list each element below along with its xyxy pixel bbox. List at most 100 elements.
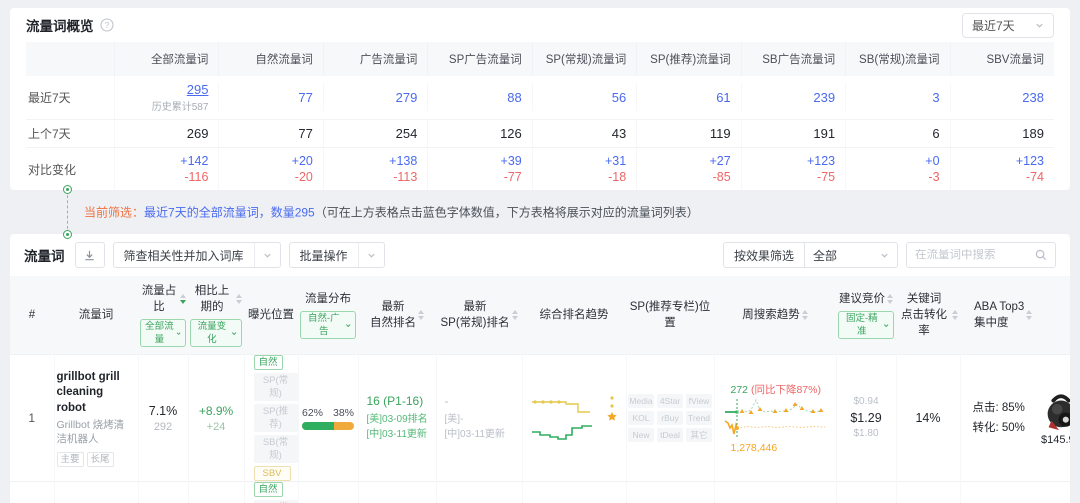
sort-week-search[interactable] bbox=[802, 310, 808, 320]
overview-value: 191 bbox=[741, 120, 845, 147]
aba-product-1[interactable]: $145.99 bbox=[1037, 391, 1070, 446]
change-up[interactable]: +138 bbox=[324, 154, 417, 168]
keyword-section-title: 流量词 bbox=[24, 245, 65, 265]
sort-aba[interactable] bbox=[1026, 310, 1032, 320]
overview-row-change: 对比变化 +142-116 +20-20 +138-113 +39-77 +31… bbox=[26, 148, 1054, 190]
chevron-down-icon bbox=[883, 322, 889, 329]
keyword-table: # 流量词 流量占比 全部流量 相比上期的 流量变化 曝光位置 流量分布 自然-… bbox=[10, 276, 1070, 503]
screen-relevance-button[interactable]: 筛查相关性并加入词库 bbox=[113, 242, 281, 268]
distribution-filter-tag[interactable]: 自然-广告 bbox=[300, 311, 356, 339]
col-change: 相比上期的 流量变化 bbox=[188, 276, 244, 355]
sort-bid[interactable] bbox=[887, 294, 893, 304]
change-up[interactable]: +0 bbox=[846, 154, 939, 168]
col-distribution-label: 流量分布 bbox=[305, 293, 351, 305]
batch-actions-label: 批量操作 bbox=[290, 247, 358, 264]
period-selector[interactable]: 最近7天 bbox=[962, 13, 1054, 38]
overview-table-header: 全部流量词 自然流量词 广告流量词 SP广告流量词 SP(常规)流量词 SP(推… bbox=[26, 42, 1054, 76]
sp-rec-tag: rBuy bbox=[657, 411, 683, 425]
current-filter-note: 当前筛选：最近7天的全部流量词，数量295（可在上方表格点击蓝色字体数值，下方表… bbox=[84, 204, 699, 221]
connector-line bbox=[67, 190, 68, 234]
change-down: -75 bbox=[742, 170, 835, 184]
overview-row-label: 对比变化 bbox=[26, 161, 114, 178]
col-sp-rec-position: SP(推荐专栏)位置 bbox=[626, 276, 714, 355]
chevron-down-icon bbox=[345, 322, 351, 329]
sp-rank-cn-note: [中]03-11更新 bbox=[445, 427, 522, 443]
overview-col: SP广告流量词 bbox=[427, 42, 531, 76]
organic-rank: 16 (P1-16) bbox=[367, 394, 436, 408]
overview-value-link[interactable]: 61 bbox=[716, 90, 730, 105]
svg-text:?: ? bbox=[104, 20, 109, 30]
col-organic-rank: 最新自然排名 bbox=[358, 276, 436, 355]
sort-share[interactable] bbox=[180, 294, 186, 304]
aba-conversion-share: 转化: 50% bbox=[973, 418, 1025, 439]
share-filter-tag[interactable]: 全部流量 bbox=[140, 319, 186, 347]
overview-value-link[interactable]: 279 bbox=[396, 90, 418, 105]
keyword-text[interactable]: grillbot grill cleaning robot bbox=[57, 370, 134, 417]
change-down: -116 bbox=[115, 170, 208, 184]
col-sp-line1: 最新 bbox=[441, 299, 510, 315]
overview-col: 全部流量词 bbox=[114, 42, 218, 76]
product-price: $145.99 bbox=[1037, 434, 1070, 446]
col-sp-rank: 最新SP(常规)排名 bbox=[436, 276, 522, 355]
change-up[interactable]: +39 bbox=[428, 154, 521, 168]
overview-col: SB广告流量词 bbox=[741, 42, 845, 76]
change-filter-tag[interactable]: 流量变化 bbox=[190, 319, 242, 347]
overview-col: SB(常规)流量词 bbox=[845, 42, 949, 76]
effect-filter-select[interactable]: 全部 bbox=[805, 243, 897, 267]
product-image bbox=[1039, 391, 1070, 433]
change-up[interactable]: +123 bbox=[951, 154, 1044, 168]
col-bid-label: 建议竞价 bbox=[839, 291, 885, 307]
bid-filter-label: 固定-精准 bbox=[843, 312, 881, 338]
col-sp-line2: SP(常规)排名 bbox=[441, 315, 510, 331]
chevron-down-icon bbox=[231, 330, 237, 337]
bid-filter-tag[interactable]: 固定-精准 bbox=[838, 311, 894, 339]
search-icon[interactable] bbox=[1035, 249, 1047, 261]
overview-value: 43 bbox=[532, 120, 636, 147]
col-cvr-line2: 点击转化率 bbox=[898, 307, 950, 339]
sort-cvr[interactable] bbox=[952, 310, 958, 320]
change-up[interactable]: +31 bbox=[533, 154, 626, 168]
sort-organic-rank[interactable] bbox=[418, 310, 424, 320]
overview-value-link[interactable]: 88 bbox=[507, 90, 521, 105]
overview-value-link[interactable]: 3 bbox=[932, 90, 939, 105]
col-distribution: 流量分布 自然-广告 bbox=[298, 276, 358, 355]
distribution-ad-pct: 38% bbox=[333, 407, 354, 419]
overview-value: 189 bbox=[950, 120, 1054, 147]
overview-value-link[interactable]: 238 bbox=[1022, 90, 1044, 105]
help-icon[interactable]: ? bbox=[100, 18, 114, 32]
bid-low: $0.94 bbox=[837, 395, 896, 409]
overview-value-link[interactable]: 56 bbox=[612, 90, 626, 105]
export-button[interactable] bbox=[75, 242, 105, 268]
change-up[interactable]: +123 bbox=[742, 154, 835, 168]
sort-sp-rank[interactable] bbox=[512, 310, 518, 320]
sp-rec-tag: 其它 bbox=[686, 428, 712, 442]
batch-actions-button[interactable]: 批量操作 bbox=[289, 242, 385, 268]
sort-change[interactable] bbox=[236, 294, 242, 304]
click-conversion-rate: 14% bbox=[896, 355, 960, 482]
overview-value-link[interactable]: 77 bbox=[298, 90, 312, 105]
overview-col: 自然流量词 bbox=[218, 42, 322, 76]
change-up[interactable]: +20 bbox=[219, 154, 312, 168]
click-conversion-rate: 12% bbox=[896, 482, 960, 503]
change-up[interactable]: +142 bbox=[115, 154, 208, 168]
overview-value-link[interactable]: 239 bbox=[813, 90, 835, 105]
col-change-label: 相比上期的 bbox=[190, 283, 234, 315]
filter-note-value: 最近7天的全部流量词，数量295 bbox=[144, 206, 315, 220]
row-index: 2 bbox=[10, 482, 54, 503]
overview-title: 流量词概览 bbox=[26, 15, 94, 35]
filter-note-hint: （可在上方表格点击蓝色字体数值，下方表格将展示对应的流量词列表） bbox=[315, 206, 699, 220]
week-search-yoy-note: (同比下降87%) bbox=[751, 384, 821, 396]
overview-value-link[interactable]: 295 bbox=[187, 82, 209, 97]
col-rank-trend: 综合排名趋势 bbox=[522, 276, 626, 355]
row-index: 1 bbox=[10, 355, 54, 482]
overview-col: SP(常规)流量词 bbox=[532, 42, 636, 76]
change-up[interactable]: +27 bbox=[637, 154, 730, 168]
keyword-search-input[interactable] bbox=[915, 249, 1035, 261]
change-filter-label: 流量变化 bbox=[195, 320, 229, 346]
filter-note-label: 当前筛选： bbox=[84, 206, 144, 220]
col-organic-line1: 最新 bbox=[370, 299, 416, 315]
overview-col: SP(推荐)流量词 bbox=[636, 42, 740, 76]
col-week-search-trend: 周搜索趋势 bbox=[714, 276, 836, 355]
aba-click-share: 点击: 85% bbox=[973, 398, 1025, 419]
traffic-share-count: 292 bbox=[139, 421, 188, 433]
